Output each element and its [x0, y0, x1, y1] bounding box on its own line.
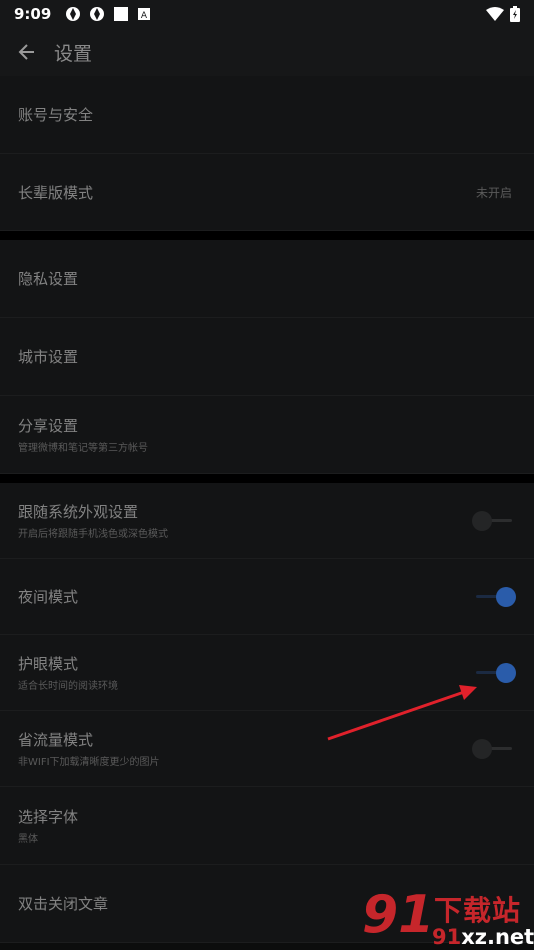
setting-label: 账号与安全 [18, 106, 94, 124]
svg-text:A: A [141, 11, 148, 21]
app-notification-icon [90, 7, 105, 21]
setting-row-font[interactable]: 选择字体 黑体 [0, 787, 534, 865]
setting-description: 开启后将跟随手机浅色或深色模式 [18, 529, 168, 540]
setting-row-eye-care[interactable]: 护眼模式 适合长时间的阅读环境 [0, 635, 534, 711]
setting-row-data-saver[interactable]: 省流量模式 非WIFI下加载清晰度更少的图片 [0, 711, 534, 787]
site-watermark: 91 下载站 91xz.net [362, 885, 534, 950]
status-time: 9:09 [14, 5, 52, 23]
app-notification-icon [66, 7, 81, 21]
night-mode-toggle[interactable] [472, 585, 516, 609]
setting-label: 长辈版模式 [18, 183, 94, 202]
watermark-chinese: 下载站 [434, 894, 522, 927]
setting-row-share[interactable]: 分享设置 管理微博和笔记等第三方帐号 [0, 396, 534, 474]
status-bar: 9:09 A [0, 0, 534, 28]
setting-row-account-security[interactable]: 账号与安全 [0, 76, 534, 154]
watermark-url-rest: xz.net [461, 925, 534, 949]
wifi-icon [486, 7, 504, 21]
setting-label: 跟随系统外观设置 [18, 503, 139, 521]
back-button[interactable] [0, 28, 54, 76]
data-saver-toggle[interactable] [472, 737, 516, 761]
setting-row-privacy[interactable]: 隐私设置 [0, 240, 534, 318]
setting-label: 选择字体 [18, 808, 79, 826]
eye-care-toggle[interactable] [472, 661, 516, 685]
setting-row-follow-system[interactable]: 跟随系统外观设置 开启后将跟随手机浅色或深色模式 [0, 483, 534, 559]
setting-row-elder-mode[interactable]: 长辈版模式 未开启 [0, 154, 534, 231]
settings-list: 账号与安全 长辈版模式 未开启 隐私设置 城市设置 分享设置 管理微博和笔记等第… [0, 76, 534, 943]
section-divider [0, 231, 534, 240]
page-title: 设置 [54, 42, 93, 65]
watermark-url: 91xz.net [432, 925, 534, 949]
section-divider [0, 474, 534, 483]
battery-icon [510, 6, 520, 22]
system-icons [486, 6, 520, 22]
setting-row-city[interactable]: 城市设置 [0, 318, 534, 396]
follow-system-toggle[interactable] [472, 509, 516, 533]
square-notification-icon [114, 7, 129, 21]
setting-description: 管理微博和笔记等第三方帐号 [18, 443, 148, 454]
setting-row-night-mode[interactable]: 夜间模式 [0, 559, 534, 635]
setting-label: 分享设置 [18, 417, 79, 435]
watermark-url-prefix: 91 [432, 925, 462, 949]
setting-value: 黑体 [18, 834, 38, 845]
back-arrow-icon [18, 44, 34, 60]
setting-value: 未开启 [475, 185, 512, 200]
notification-icons: A [65, 6, 151, 22]
setting-label: 护眼模式 [18, 655, 79, 673]
watermark-logo: 91 [362, 885, 435, 945]
setting-label: 省流量模式 [18, 731, 94, 749]
setting-description: 非WIFI下加载清晰度更少的图片 [18, 757, 160, 768]
setting-label: 隐私设置 [18, 270, 79, 288]
toolbar: 设置 [0, 28, 534, 76]
setting-label: 双击关闭文章 [18, 895, 109, 913]
setting-description: 适合长时间的阅读环境 [18, 681, 118, 692]
setting-label: 城市设置 [18, 348, 79, 366]
keyboard-notification-icon: A [138, 8, 151, 21]
setting-label: 夜间模式 [18, 588, 79, 606]
